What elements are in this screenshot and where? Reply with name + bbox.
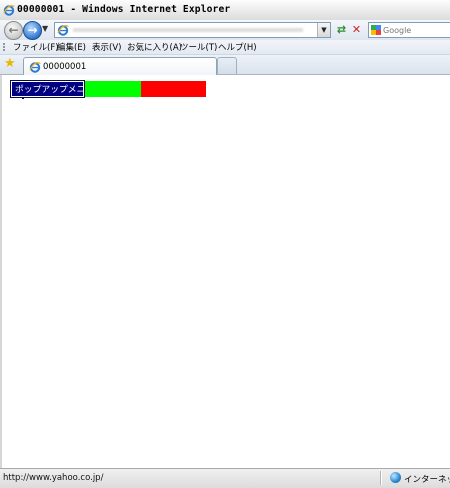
status-bar: http://www.yahoo.co.jp/ インターネット <box>0 468 450 488</box>
menu-tools[interactable]: ツール(T) <box>180 41 217 53</box>
security-zone: インターネット <box>404 475 450 485</box>
menu-view[interactable]: 表示(V) <box>92 41 121 53</box>
history-dropdown-icon[interactable]: ▼ <box>42 24 48 33</box>
menu-help[interactable]: ヘルプ(H) <box>218 41 257 53</box>
page-ie-icon <box>57 24 69 36</box>
back-arrow-icon: ← <box>8 23 19 37</box>
back-button[interactable]: ← <box>4 21 23 40</box>
text-cursor <box>22 97 24 99</box>
menu-file[interactable]: ファイル(F) <box>13 41 59 53</box>
address-toolbar: ← → ▼ ▼ ⇄ ✕ <box>0 20 450 40</box>
forward-button[interactable]: → <box>23 21 42 40</box>
google-icon <box>371 25 381 35</box>
red-block <box>141 81 206 97</box>
tab-ie-icon <box>29 61 41 73</box>
status-url: http://www.yahoo.co.jp/ <box>3 473 104 483</box>
toolbar-grip-icon <box>3 43 7 51</box>
ie-logo-icon <box>3 4 15 16</box>
search-box[interactable] <box>368 22 450 38</box>
menu-edit[interactable]: 編集(E) <box>57 41 86 53</box>
title-bar: 00000001 - Windows Internet Explorer <box>0 0 450 21</box>
address-dropdown-icon[interactable]: ▼ <box>317 23 330 37</box>
favorites-star-icon[interactable]: ★ <box>4 57 16 71</box>
tab-current[interactable]: 00000001 <box>23 57 217 75</box>
new-tab-button[interactable] <box>217 57 237 74</box>
internet-globe-icon <box>390 472 401 483</box>
search-input[interactable] <box>383 23 447 37</box>
tab-label: 00000001 <box>43 62 87 72</box>
tab-row: ★ 00000001 <box>0 55 450 75</box>
menu-bar: ファイル(F) 編集(E) 表示(V) お気に入り(A) ツール(T) ヘルプ(… <box>0 40 450 55</box>
stop-button[interactable]: ✕ <box>350 23 363 36</box>
address-blurred-text <box>73 28 303 32</box>
menu-favorites[interactable]: お気に入り(A) <box>127 41 182 53</box>
address-field[interactable]: ▼ <box>54 22 331 38</box>
refresh-button[interactable]: ⇄ <box>335 23 348 36</box>
green-block <box>85 81 141 97</box>
forward-arrow-icon: → <box>27 23 38 37</box>
page-content: ポップアップメニュ <box>0 75 450 468</box>
window-title: 00000001 - Windows Internet Explorer <box>17 4 231 15</box>
popup-menu-button[interactable]: ポップアップメニュ <box>10 80 85 98</box>
status-separator <box>380 471 382 485</box>
